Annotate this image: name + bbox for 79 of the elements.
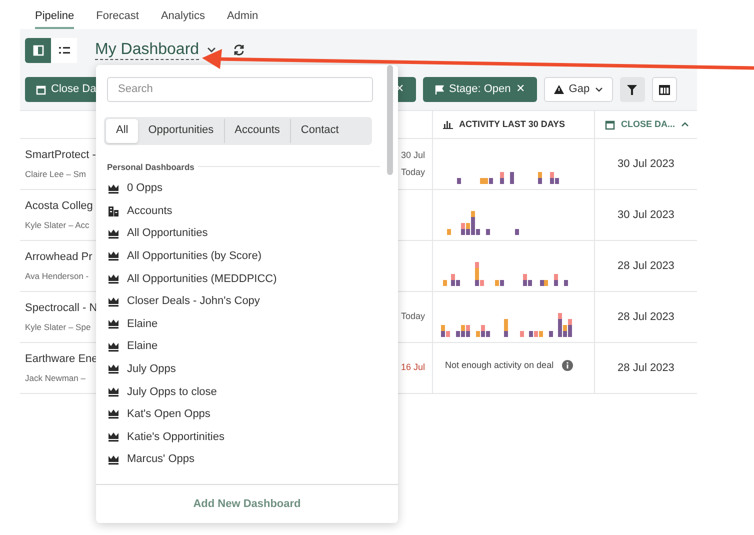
- column-header[interactable]: CLOSE DA...: [594, 111, 697, 138]
- dashboard-item[interactable]: July Opps: [108, 358, 176, 381]
- search-field[interactable]: Search: [107, 76, 373, 102]
- nav-tab[interactable]: Forecast: [96, 0, 139, 29]
- flag-icon: [435, 84, 444, 94]
- crown-icon: [108, 364, 119, 374]
- crown-icon: [108, 432, 119, 442]
- warning-icon: [554, 85, 564, 94]
- deal-name[interactable]: Acosta Colleg: [25, 198, 93, 214]
- no-activity-text: Not enough activity on deal: [445, 358, 554, 372]
- close-date: 28 Jul 2023: [618, 310, 674, 325]
- column-header[interactable]: ACTIVITY LAST 30 DAYS: [432, 111, 594, 138]
- section-heading: Personal Dashboards: [107, 160, 194, 174]
- dashboard-item[interactable]: Marcus' Opps: [108, 448, 195, 471]
- deal-name[interactable]: SmartProtect -: [25, 146, 96, 164]
- dashboard-item[interactable]: July Opps to close: [108, 380, 217, 404]
- crown-icon: [108, 319, 119, 330]
- segment-tab[interactable]: Opportunities: [138, 118, 224, 142]
- dashboard-item[interactable]: All Opportunities (by Score): [108, 245, 262, 268]
- nav-tab[interactable]: Analytics: [160, 0, 205, 29]
- view-toggle-button[interactable]: [51, 38, 77, 62]
- nav-tab[interactable]: Admin: [226, 0, 258, 29]
- dashboard-item[interactable]: All Opportunities: [108, 222, 208, 246]
- close-date: 30 Jul 2023: [618, 208, 674, 223]
- building-icon: [108, 206, 119, 217]
- chevron-down-icon: [594, 87, 603, 92]
- view-toggle-button[interactable]: [25, 38, 51, 62]
- gap-button[interactable]: Gap: [544, 77, 613, 102]
- close-date: 30 Jul 2023: [618, 156, 674, 172]
- crown-icon: [108, 342, 119, 352]
- dashboard-item[interactable]: 0 Opps: [108, 177, 162, 200]
- close-date: 28 Jul 2023: [618, 360, 674, 376]
- dashboard-item[interactable]: Kat's Open Opps: [108, 403, 210, 426]
- dashboard-item[interactable]: Elaine: [108, 335, 158, 358]
- crown-icon: [108, 386, 119, 397]
- refresh-icon[interactable]: [233, 44, 246, 56]
- segment-tab[interactable]: Accounts: [224, 118, 290, 142]
- deal-owner: Claire Lee – Sm: [25, 168, 86, 182]
- columns-icon: [658, 84, 670, 94]
- add-dashboard-button[interactable]: Add New Dashboard: [193, 496, 301, 512]
- crown-icon: [108, 228, 119, 239]
- dashboard-item[interactable]: Katie's Opportinities: [108, 426, 224, 448]
- dashboard-item[interactable]: Accounts: [108, 200, 172, 222]
- close-date: 28 Jul 2023: [618, 258, 674, 274]
- deal-owner: Kyle Slater – Acc: [25, 219, 90, 232]
- deal-owner: Jack Newman –: [25, 372, 86, 386]
- crown-icon: [108, 251, 119, 262]
- crown-icon: [108, 454, 119, 465]
- calendar-icon: [36, 84, 46, 94]
- crown-icon: [108, 274, 119, 284]
- sort-up-icon: [681, 122, 690, 127]
- list-icon: [58, 46, 70, 54]
- segment-tab[interactable]: Contact: [290, 118, 349, 142]
- activity-date: 16 Jul: [400, 361, 425, 374]
- bar-chart-icon: [443, 120, 453, 129]
- columns-icon: [32, 44, 44, 56]
- filter-button[interactable]: [620, 77, 645, 102]
- crown-icon: [108, 296, 119, 307]
- chevron-down-icon[interactable]: [207, 47, 216, 53]
- activity-date: 30 Jul: [400, 149, 425, 162]
- deal-owner: Kyle Slater – Spe: [25, 321, 91, 334]
- scrollbar[interactable]: [387, 65, 393, 175]
- crown-icon: [108, 184, 119, 194]
- filter-icon: [627, 84, 638, 94]
- dashboard-item[interactable]: All Opportunities (MEDDPICC): [108, 268, 277, 290]
- activity-date: Today: [400, 310, 425, 324]
- deal-owner: Ava Henderson -: [25, 270, 89, 284]
- activity-date: Today: [400, 166, 425, 179]
- activity-chart: [447, 211, 519, 235]
- dashboard-item[interactable]: Elaine: [108, 312, 158, 336]
- deal-name[interactable]: Arrowhead Pr: [25, 248, 92, 266]
- crown-icon: [108, 409, 119, 420]
- dashboard-item[interactable]: Closer Deals - John's Copy: [108, 290, 260, 313]
- dashboard-title[interactable]: My Dashboard: [95, 40, 200, 60]
- columns-button[interactable]: [652, 77, 677, 102]
- segment-tab[interactable]: All: [106, 118, 138, 142]
- calendar-icon: [605, 120, 615, 130]
- info-icon[interactable]: [562, 360, 573, 371]
- filter-chip[interactable]: Stage: Open ✕: [423, 77, 537, 102]
